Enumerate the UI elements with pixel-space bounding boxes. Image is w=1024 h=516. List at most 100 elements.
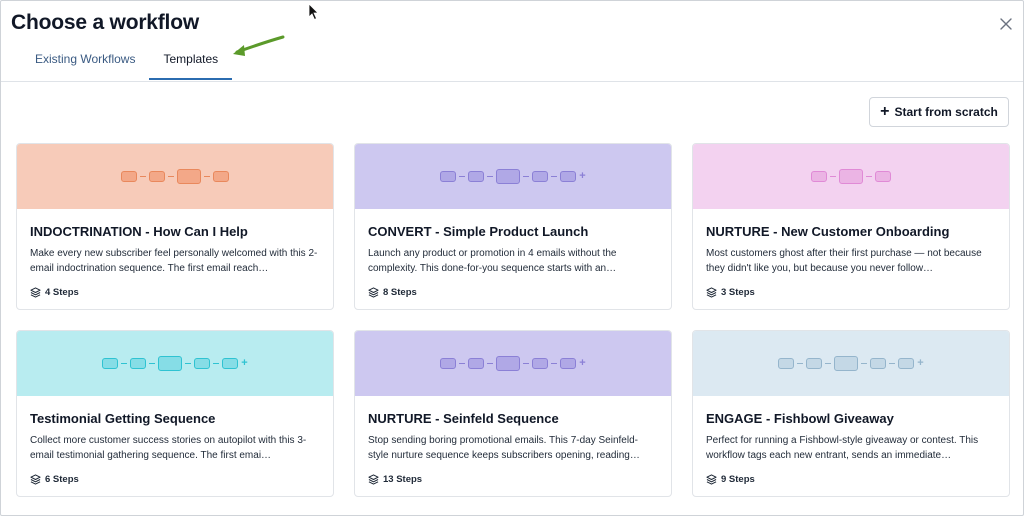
tab-existing-workflows[interactable]: Existing Workflows	[21, 43, 149, 80]
layers-icon	[30, 287, 41, 298]
step-node-icon	[811, 171, 827, 182]
card-body: ENGAGE - Fishbowl Giveaway Perfect for ru…	[693, 396, 1009, 485]
card-banner	[17, 144, 333, 209]
card-banner: +	[693, 331, 1009, 396]
step-node-icon	[158, 356, 183, 371]
step-node-icon	[440, 171, 457, 182]
step-node-icon	[149, 171, 165, 182]
connector-icon	[213, 362, 220, 365]
step-node-icon	[468, 358, 485, 369]
step-count-label: 13 Steps	[383, 474, 423, 485]
connector-icon	[523, 175, 530, 178]
step-count-label: 3 Steps	[721, 287, 755, 298]
step-count: 4 Steps	[30, 287, 320, 298]
card-body: CONVERT - Simple Product Launch Launch an…	[355, 209, 671, 298]
card-body: NURTURE - Seinfeld Sequence Stop sending …	[355, 396, 671, 485]
connector-icon	[459, 175, 466, 178]
card-description: Stop sending boring promotional emails. …	[368, 435, 640, 461]
mouse-cursor-icon	[308, 3, 319, 21]
tab-templates[interactable]: Templates	[149, 43, 233, 80]
card-description: Launch any product or promotion in 4 ema…	[368, 248, 617, 274]
connector-icon	[168, 175, 174, 178]
card-title: ENGAGE - Fishbowl Giveaway	[706, 411, 894, 426]
step-node-icon	[440, 358, 457, 369]
layers-icon	[368, 287, 379, 298]
card-banner	[693, 144, 1009, 209]
step-node-icon	[213, 171, 229, 182]
template-card[interactable]: INDOCTRINATION - How Can I Help Make ever…	[16, 143, 334, 310]
workflow-diagram-icon: +	[102, 356, 248, 371]
step-count-label: 4 Steps	[45, 287, 79, 298]
step-node-icon	[898, 358, 915, 369]
step-node-icon	[870, 358, 887, 369]
step-count: 6 Steps	[30, 474, 320, 485]
step-node-icon	[496, 169, 521, 184]
step-count-label: 8 Steps	[383, 287, 417, 298]
connector-icon	[459, 362, 466, 365]
connector-icon	[140, 175, 146, 178]
step-node-icon	[496, 356, 521, 371]
plus-icon: +	[579, 170, 586, 182]
start-from-scratch-label: Start from scratch	[894, 105, 998, 119]
connector-icon	[487, 362, 494, 365]
dialog-header: Choose a workflow Existing Workflows Tem…	[1, 1, 1023, 82]
start-from-scratch-button[interactable]: + Start from scratch	[869, 97, 1009, 127]
step-node-icon	[532, 358, 549, 369]
plus-icon: +	[917, 357, 924, 369]
plus-icon: +	[579, 357, 586, 369]
annotation-arrow-icon	[233, 35, 285, 56]
card-banner: +	[355, 331, 671, 396]
card-title: INDOCTRINATION - How Can I Help	[30, 224, 248, 239]
template-card[interactable]: + Testimonial Getting Sequence Collect mor…	[16, 330, 334, 497]
card-body: INDOCTRINATION - How Can I Help Make ever…	[17, 209, 333, 298]
step-count-label: 9 Steps	[721, 474, 755, 485]
step-count: 13 Steps	[368, 474, 658, 485]
template-card[interactable]: + CONVERT - Simple Product Launch Launch a…	[354, 143, 672, 310]
step-node-icon	[121, 171, 137, 182]
card-banner: +	[17, 331, 333, 396]
template-card[interactable]: + NURTURE - Seinfeld Sequence Stop sending…	[354, 330, 672, 497]
step-node-icon	[560, 358, 577, 369]
step-node-icon	[532, 171, 549, 182]
connector-icon	[149, 362, 156, 365]
card-title: CONVERT - Simple Product Launch	[368, 224, 589, 239]
workflow-diagram-icon: +	[440, 356, 586, 371]
connector-icon	[487, 175, 494, 178]
connector-icon	[797, 362, 804, 365]
step-count: 9 Steps	[706, 474, 996, 485]
connector-icon	[825, 362, 832, 365]
step-count: 8 Steps	[368, 287, 658, 298]
connector-icon	[121, 362, 128, 365]
step-node-icon	[194, 358, 211, 369]
card-body: NURTURE - New Customer Onboarding Most cu…	[693, 209, 1009, 298]
workflow-diagram-icon	[121, 169, 229, 184]
tab-bar: Existing Workflows Templates	[21, 43, 233, 80]
step-node-icon	[834, 356, 859, 371]
step-count-label: 6 Steps	[45, 474, 79, 485]
workflow-dialog: Choose a workflow Existing Workflows Tem…	[0, 0, 1024, 516]
connector-icon	[551, 175, 558, 178]
connector-icon	[889, 362, 896, 365]
layers-icon	[706, 287, 717, 298]
step-count: 3 Steps	[706, 287, 996, 298]
template-card[interactable]: NURTURE - New Customer Onboarding Most cu…	[692, 143, 1010, 310]
card-description: Collect more customer success stories on…	[30, 435, 307, 461]
plus-icon: +	[241, 357, 248, 369]
template-card[interactable]: + ENGAGE - Fishbowl Giveaway Perfect for r…	[692, 330, 1010, 497]
card-title: Testimonial Getting Sequence	[30, 411, 216, 426]
connector-icon	[830, 175, 836, 178]
layers-icon	[368, 474, 379, 485]
connector-icon	[204, 175, 210, 178]
connector-icon	[185, 362, 192, 365]
step-node-icon	[102, 358, 119, 369]
step-node-icon	[130, 358, 147, 369]
connector-icon	[523, 362, 530, 365]
layers-icon	[30, 474, 41, 485]
step-node-icon	[177, 169, 201, 184]
card-body: Testimonial Getting Sequence Collect more…	[17, 396, 333, 485]
close-icon[interactable]	[997, 15, 1015, 33]
card-description: Most customers ghost after their first p…	[706, 248, 982, 274]
step-node-icon	[560, 171, 577, 182]
card-banner: +	[355, 144, 671, 209]
step-node-icon	[875, 171, 891, 182]
